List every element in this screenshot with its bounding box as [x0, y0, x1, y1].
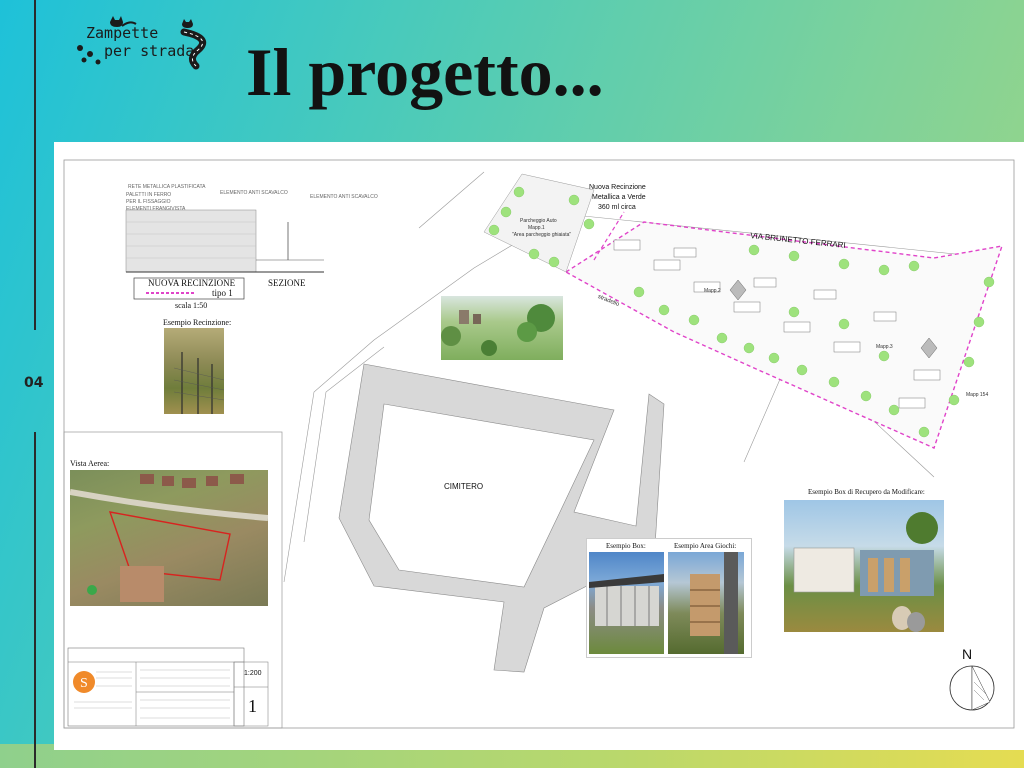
- new-fence-line-1: Nuova Recinzione: [589, 184, 646, 191]
- logo-line-1: Zampette: [86, 24, 159, 42]
- example-box-label: Esempio Box:: [606, 542, 646, 550]
- garden-render-photo: [441, 296, 563, 360]
- aerial-photo: [70, 470, 268, 606]
- section-label: SEZIONE: [268, 278, 306, 288]
- new-fence-line-2: Metallica a Verde: [592, 194, 646, 201]
- example-play-area-label: Esempio Area Giochi:: [674, 542, 737, 550]
- parcel-3: Mapp.3: [876, 344, 893, 350]
- fence-type: tipo 1: [212, 288, 233, 298]
- page-number: 04: [24, 375, 44, 391]
- box-recovery-photo: [784, 500, 944, 632]
- example-fence-label: Esempio Recinzione:: [163, 318, 232, 327]
- north-label: N: [962, 646, 973, 662]
- fence-photo: [164, 328, 224, 414]
- box-recovery-label: Esempio Box di Recupero da Modificare:: [808, 488, 925, 496]
- fence-scale: scala 1:50: [175, 301, 208, 310]
- new-fence-line-3: 360 ml circa: [598, 204, 636, 211]
- note-fissaggio: PER IL FISSAGGIO: [126, 199, 171, 205]
- logo-line-2: per strada: [104, 42, 195, 60]
- parking-line-3: "Area parcheggio ghiaiata": [512, 232, 572, 238]
- parking-line-1: Parcheggio Auto: [520, 218, 557, 224]
- site-plan-sheet: S PALETTI IN FERRO PER IL FISSAGGIO ELEM…: [54, 142, 1024, 750]
- svg-text:S: S: [80, 676, 88, 691]
- note-anti-scavalco-1: ELEMENTO ANTI SCAVALCO: [220, 190, 288, 196]
- note-rete: RETE METALLICA PLASTIFICATA: [128, 184, 206, 190]
- example-box-photo: [589, 552, 664, 654]
- cemetery-label: CIMITERO: [444, 482, 484, 491]
- note-frangivista: ELEMENTI FRANGIVISTA: [126, 206, 186, 212]
- title-block-sheet: 1: [248, 696, 257, 716]
- fence-label: NUOVA RECINZIONE: [148, 278, 236, 288]
- parcel-2: Mapp.2: [704, 288, 721, 294]
- slide-title: Il progetto...: [246, 34, 604, 110]
- note-anti-scavalco-2: ELEMENTO ANTI SCAVALCO: [310, 194, 378, 200]
- parcel-154: Mapp 154: [966, 392, 989, 398]
- left-rule-top: [34, 0, 36, 330]
- parking-line-2: Mapp.1: [528, 225, 545, 231]
- note-paletti: PALETTI IN FERRO: [126, 192, 172, 198]
- aerial-label: Vista Aerea:: [70, 459, 110, 468]
- logo: Zampette per strada: [72, 10, 222, 70]
- title-block-scale: 1:200: [244, 670, 262, 677]
- left-rule-bottom: [34, 432, 36, 768]
- example-play-area-photo: [668, 552, 744, 654]
